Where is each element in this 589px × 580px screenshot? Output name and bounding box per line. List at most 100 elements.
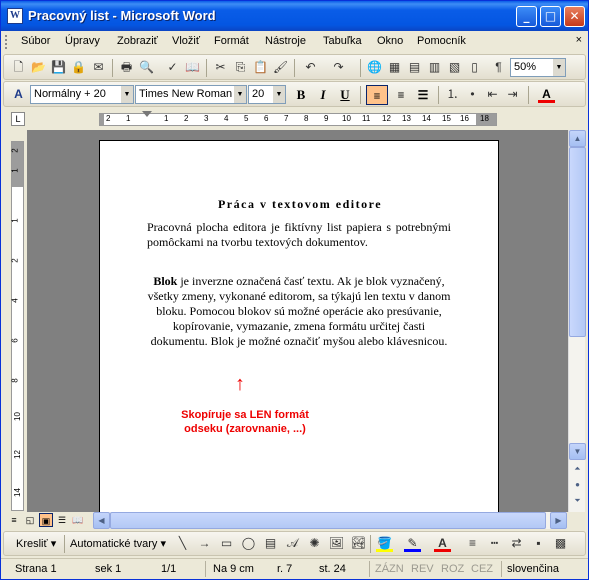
insert-table-icon[interactable]: ▤ — [406, 59, 423, 76]
3d-icon[interactable]: ▩ — [552, 535, 569, 552]
diagram-icon[interactable]: ✺ — [306, 535, 323, 552]
copy-icon[interactable]: ⎘ — [232, 59, 249, 76]
scroll-right-icon[interactable]: ▶ — [550, 512, 567, 529]
next-page-icon[interactable]: ⏷ — [569, 493, 586, 510]
menu-pomocnik[interactable]: Pomocník — [417, 35, 466, 47]
zoom-dropdown[interactable]: 50% ▼ — [510, 58, 566, 77]
status-language[interactable]: slovenčina — [507, 563, 559, 575]
menu-subor[interactable]: Súbor — [21, 35, 50, 47]
scroll-thumb[interactable] — [569, 147, 586, 337]
cut-icon[interactable]: ✂ — [212, 59, 229, 76]
horizontal-scrollbar[interactable]: ◀ ▶ — [93, 512, 567, 529]
chevron-down-icon[interactable]: ▼ — [553, 59, 565, 76]
outline-view-icon[interactable]: ☰ — [55, 513, 69, 527]
arrow-style-icon[interactable]: ⇄ — [508, 535, 525, 552]
menu-format[interactable]: Formát — [214, 35, 249, 47]
tab-selector[interactable]: L — [11, 112, 25, 126]
drawing-icon[interactable]: ▧ — [446, 59, 463, 76]
line-color-icon[interactable]: ✎ — [404, 535, 421, 552]
font-dropdown[interactable]: Times New Roman ▼ — [135, 85, 247, 104]
normal-view-icon[interactable]: ≡ — [7, 513, 21, 527]
picture-icon[interactable]: 🏞 — [350, 535, 367, 552]
save-icon[interactable]: 💾 — [50, 59, 67, 76]
status-ext[interactable]: ROZ — [441, 563, 464, 575]
italic-button[interactable]: I — [312, 85, 334, 105]
justify-button[interactable]: ☰ — [412, 85, 434, 105]
redo-icon[interactable]: ↷ — [330, 59, 347, 76]
bold-button[interactable]: B — [290, 85, 312, 105]
align-right-button[interactable]: ≡ — [390, 85, 412, 105]
show-hide-pilcrow-icon[interactable]: ¶ — [490, 59, 507, 76]
chevron-down-icon[interactable]: ▼ — [234, 86, 246, 103]
menu-tabulka[interactable]: Tabuľka — [323, 35, 362, 47]
paste-icon[interactable]: 📋 — [252, 59, 269, 76]
print-icon[interactable]: 🖶 — [118, 59, 135, 76]
web-view-icon[interactable]: ◱ — [23, 513, 37, 527]
status-ovr[interactable]: CEZ — [471, 563, 493, 575]
reading-view-icon[interactable]: 📖 — [71, 513, 85, 527]
browse-object-icon[interactable]: ● — [569, 477, 586, 494]
horizontal-ruler[interactable]: 2 1 1 2 3 4 5 6 7 8 9 10 11 12 13 14 15 … — [99, 113, 497, 126]
rectangle-icon[interactable]: ▭ — [218, 535, 235, 552]
decrease-indent-icon[interactable]: ⇤ — [484, 86, 501, 103]
menu-nastroje[interactable]: Nástroje — [265, 35, 306, 47]
vertical-ruler[interactable]: 2 1 1 2 4 6 8 10 12 14 — [11, 141, 24, 511]
first-line-indent-marker[interactable] — [142, 111, 152, 117]
close-button[interactable]: ✕ — [564, 6, 585, 27]
doc-map-icon[interactable]: ▯ — [466, 59, 483, 76]
style-dropdown[interactable]: Normálny + 20 ▼ — [30, 85, 134, 104]
email-icon[interactable]: ✉ — [90, 59, 107, 76]
permission-icon[interactable]: 🔒 — [70, 59, 87, 76]
status-trk[interactable]: REV — [411, 563, 434, 575]
menu-okno[interactable]: Okno — [377, 35, 403, 47]
line-icon[interactable]: ╲ — [174, 535, 191, 552]
hyperlink-icon[interactable]: 🌐 — [366, 59, 383, 76]
oval-icon[interactable]: ◯ — [240, 535, 257, 552]
word-app-icon[interactable]: W — [7, 8, 23, 24]
font-color-icon[interactable]: A — [538, 86, 555, 103]
toolbar-grip[interactable] — [5, 35, 8, 49]
horizontal-scroll-thumb[interactable] — [110, 512, 546, 529]
menu-upravy[interactable]: Úpravy — [65, 35, 100, 47]
clipart-icon[interactable]: 🖼 — [328, 535, 345, 552]
line-style-icon[interactable]: ≡ — [464, 535, 481, 552]
scroll-down-icon[interactable]: ▼ — [569, 443, 586, 460]
close-document-icon[interactable]: × — [576, 34, 582, 46]
fill-color-icon[interactable]: 🪣 — [376, 535, 393, 552]
bullets-icon[interactable]: • — [464, 86, 481, 103]
format-painter-icon[interactable]: 🖌 — [272, 59, 289, 76]
draw-menu-button[interactable]: Kresliť ▾ — [16, 537, 56, 550]
font-color-draw-icon[interactable]: A — [434, 535, 451, 552]
textbox-icon[interactable]: ▤ — [262, 535, 279, 552]
document-page[interactable]: Práca v textovom editore Pracovná plocha… — [99, 140, 499, 512]
columns-icon[interactable]: ▥ — [426, 59, 443, 76]
menu-zobrazit[interactable]: Zobraziť — [117, 35, 158, 47]
title-bar[interactable]: W Pracovný list - Microsoft Word _ □ ✕ — [1, 1, 588, 31]
undo-icon[interactable]: ↶ — [302, 59, 319, 76]
wordart-icon[interactable]: 𝒜 — [284, 535, 301, 552]
new-document-icon[interactable]: 🗋 — [10, 59, 27, 76]
increase-indent-icon[interactable]: ⇥ — [504, 86, 521, 103]
chevron-down-icon[interactable]: ▼ — [121, 86, 133, 103]
chevron-down-icon[interactable]: ▼ — [273, 86, 285, 103]
underline-button[interactable]: U — [334, 85, 356, 105]
menu-vlozit[interactable]: Vložiť — [172, 35, 200, 47]
print-layout-icon[interactable]: ▣ — [39, 513, 53, 527]
scroll-up-icon[interactable]: ▲ — [569, 130, 586, 147]
autoshapes-button[interactable]: Automatické tvary ▾ — [70, 537, 166, 550]
minimize-button[interactable]: _ — [516, 6, 537, 27]
scroll-left-icon[interactable]: ◀ — [93, 512, 110, 529]
shadow-icon[interactable]: ▪ — [530, 535, 547, 552]
previous-page-icon[interactable]: ⏶ — [569, 461, 586, 478]
arrow-icon[interactable]: → — [196, 535, 213, 552]
spelling-icon[interactable]: ✓ — [164, 59, 181, 76]
open-folder-icon[interactable]: 📂 — [30, 59, 47, 76]
print-preview-icon[interactable]: 🔍 — [138, 59, 155, 76]
dash-style-icon[interactable]: ┅ — [486, 535, 503, 552]
research-icon[interactable]: 📖 — [184, 59, 201, 76]
maximize-button[interactable]: □ — [540, 6, 561, 27]
vertical-scrollbar[interactable]: ▲ ▼ ⏶ ● ⏷ — [568, 130, 586, 512]
styles-pane-icon[interactable]: A — [10, 86, 27, 103]
status-rec[interactable]: ZÁZN — [375, 563, 404, 575]
align-center-button[interactable]: ≡ — [366, 85, 388, 105]
